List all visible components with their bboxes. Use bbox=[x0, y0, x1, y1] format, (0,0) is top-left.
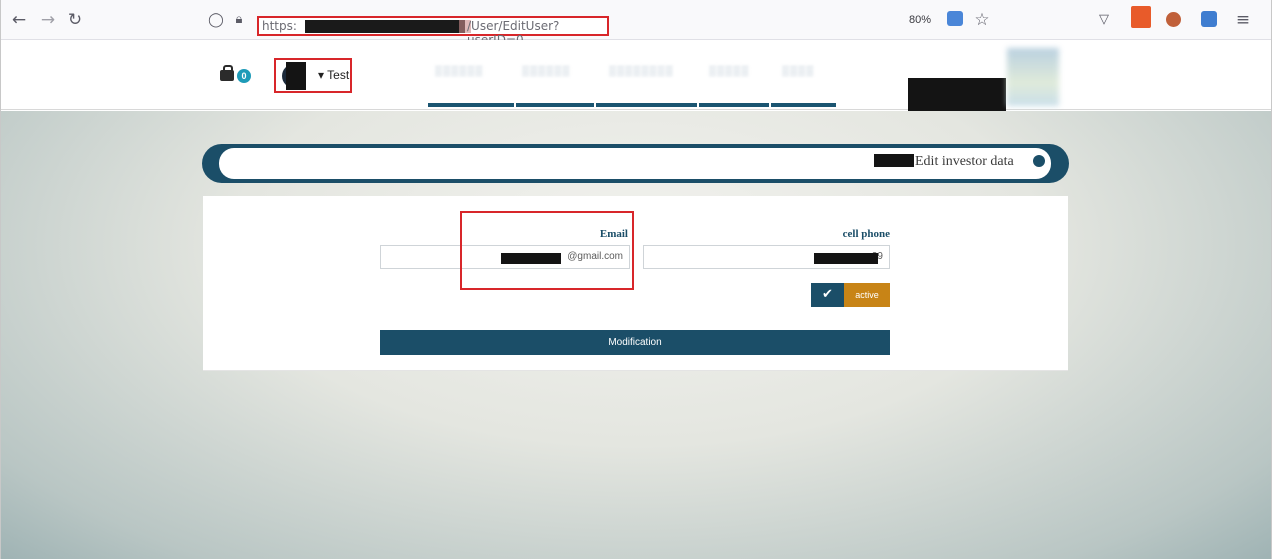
url-redaction bbox=[305, 20, 465, 33]
nav-underline bbox=[428, 103, 836, 107]
user-menu[interactable]: ▾ Test bbox=[274, 58, 352, 93]
bookmark-star-icon[interactable]: ☆ bbox=[972, 10, 992, 30]
translate-icon[interactable] bbox=[947, 11, 963, 26]
nav-item-5[interactable]: ▒▒▒▒ bbox=[782, 66, 814, 80]
translator-extension-icon[interactable] bbox=[1201, 11, 1217, 27]
cart-count-badge: 0 bbox=[237, 69, 251, 83]
active-checkbox[interactable]: ✔ bbox=[811, 283, 844, 307]
nav-item-2[interactable]: ▒▒▒▒▒▒ bbox=[522, 66, 571, 80]
pocket-icon[interactable]: ▽ bbox=[1094, 10, 1114, 30]
back-icon[interactable]: ← bbox=[9, 10, 29, 30]
site-logo[interactable] bbox=[1007, 48, 1059, 106]
forward-icon[interactable]: → bbox=[38, 10, 58, 30]
phone-label: cell phone bbox=[842, 228, 890, 240]
browser-toolbar: ← → ↻ ◯ 🔒︎ https: /User/EditUser?userID=… bbox=[1, 0, 1271, 47]
page-title: Edit investor data bbox=[915, 154, 1014, 169]
menu-icon[interactable]: ≡ bbox=[1233, 10, 1253, 30]
title-redaction bbox=[874, 154, 914, 167]
email-highlight-box bbox=[460, 211, 634, 290]
zoom-level[interactable]: 80% bbox=[909, 14, 931, 26]
title-dot-icon bbox=[1033, 155, 1045, 167]
url-bar[interactable]: https: /User/EditUser?userID=0 bbox=[257, 16, 609, 47]
url-scheme: https: bbox=[262, 19, 297, 33]
nav-separator bbox=[514, 103, 516, 107]
user-name: ▾ Test bbox=[318, 68, 350, 82]
avatar-redaction bbox=[286, 62, 306, 90]
nav-item-3[interactable]: ▒▒▒▒▒▒▒▒ bbox=[609, 66, 674, 80]
shield-icon[interactable]: ◯ bbox=[206, 10, 226, 30]
screenshot-frame: ← → ↻ ◯ 🔒︎ https: /User/EditUser?userID=… bbox=[0, 0, 1272, 559]
reload-icon[interactable]: ↻ bbox=[65, 10, 85, 30]
site-header: 0 ▾ Test ▒▒▒▒▒▒ ▒▒▒▒▒▒ ▒▒▒▒▒▒▒▒ ▒▒▒▒▒ ▒▒… bbox=[1, 40, 1271, 111]
cookie-extension-icon[interactable] bbox=[1166, 12, 1181, 27]
cart-icon[interactable] bbox=[220, 65, 234, 81]
nav-separator bbox=[769, 103, 771, 107]
nav-separator bbox=[697, 103, 699, 107]
nav-item-1[interactable]: ▒▒▒▒▒▒ bbox=[435, 66, 484, 80]
lock-icon[interactable]: 🔒︎ bbox=[229, 10, 249, 30]
phone-redaction bbox=[814, 253, 878, 264]
active-toggle-label[interactable]: active bbox=[844, 283, 890, 307]
logo-redaction bbox=[908, 78, 1006, 111]
burp-extension-icon[interactable] bbox=[1131, 6, 1151, 28]
modification-button[interactable]: Modification bbox=[380, 330, 890, 355]
nav-separator bbox=[594, 103, 596, 107]
nav-item-4[interactable]: ▒▒▒▒▒ bbox=[709, 66, 749, 80]
